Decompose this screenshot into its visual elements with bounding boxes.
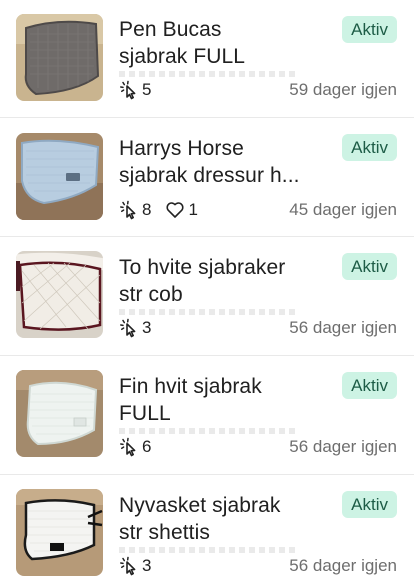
listing-thumbnail[interactable]: [16, 133, 103, 220]
listing-title[interactable]: To hvite sjabraker str cob: [119, 254, 319, 308]
listing-row[interactable]: Nyvasket sjabrak str shettis Aktiv 3 56 …: [0, 475, 414, 576]
my-listings-list: Pen Bucas sjabrak FULL Aktiv 5 59 dager …: [0, 0, 414, 576]
click-cursor-icon: [120, 437, 136, 457]
listing-stats: 6: [119, 437, 151, 457]
faded-subtitle: [119, 71, 299, 77]
saddle-pad-lightblue-photo-icon: [16, 133, 103, 220]
days-left: 59 dager igjen: [289, 80, 397, 99]
saddle-pad-white-photo-icon: [16, 370, 103, 457]
click-cursor-icon: [120, 556, 136, 576]
listing-thumbnail[interactable]: [16, 370, 103, 457]
clicks-count: 8: [142, 200, 152, 219]
clicks-count: 6: [142, 437, 152, 456]
click-cursor-icon: [120, 200, 136, 220]
listing-title[interactable]: Pen Bucas sjabrak FULL: [119, 16, 319, 70]
listing-row[interactable]: Harrys Horse sjabrak dressur h... Aktiv …: [0, 118, 414, 237]
status-badge: Aktiv: [342, 16, 397, 43]
clicks-stat: 8: [119, 200, 151, 220]
listing-row[interactable]: To hvite sjabraker str cob Aktiv 3 56 da…: [0, 237, 414, 356]
listing-title[interactable]: Nyvasket sjabrak str shettis: [119, 492, 319, 546]
clicks-stat: 6: [119, 437, 151, 457]
listing-thumbnail[interactable]: [16, 251, 103, 338]
clicks-count: 3: [142, 318, 152, 337]
listing-stats: 3: [119, 318, 151, 338]
listing-row[interactable]: Fin hvit sjabrak FULL Aktiv 6 56 dager i…: [0, 356, 414, 475]
listing-row[interactable]: Pen Bucas sjabrak FULL Aktiv 5 59 dager …: [0, 0, 414, 118]
status-badge: Aktiv: [342, 134, 397, 161]
faded-subtitle: [119, 309, 299, 315]
saddle-pad-white-maroon-photo-icon: [16, 251, 103, 338]
clicks-stat: 3: [119, 556, 151, 576]
listing-thumbnail[interactable]: [16, 14, 103, 101]
clicks-count: 5: [142, 80, 152, 99]
listing-stats: 8 1: [119, 200, 198, 220]
faded-subtitle: [119, 428, 299, 434]
days-left: 56 dager igjen: [289, 556, 397, 575]
faded-subtitle: [119, 547, 299, 553]
status-badge: Aktiv: [342, 372, 397, 399]
listing-stats: 3: [119, 556, 151, 576]
saddle-pad-white-black-photo-icon: [16, 489, 103, 576]
status-badge: Aktiv: [342, 491, 397, 518]
listing-thumbnail[interactable]: [16, 489, 103, 576]
days-left: 56 dager igjen: [289, 437, 397, 456]
status-badge: Aktiv: [342, 253, 397, 280]
favorites-stat: 1: [165, 200, 198, 220]
days-left: 45 dager igjen: [289, 200, 397, 219]
saddle-pad-gray-photo-icon: [16, 14, 103, 101]
clicks-count: 3: [142, 556, 152, 575]
heart-icon: [166, 202, 185, 218]
favorites-count: 1: [188, 200, 198, 219]
click-cursor-icon: [120, 80, 136, 100]
listing-title[interactable]: Harrys Horse sjabrak dressur h...: [119, 135, 319, 189]
listing-title[interactable]: Fin hvit sjabrak FULL: [119, 373, 319, 427]
days-left: 56 dager igjen: [289, 318, 397, 337]
clicks-stat: 5: [119, 80, 151, 100]
listing-stats: 5: [119, 80, 151, 100]
click-cursor-icon: [120, 318, 136, 338]
clicks-stat: 3: [119, 318, 151, 338]
